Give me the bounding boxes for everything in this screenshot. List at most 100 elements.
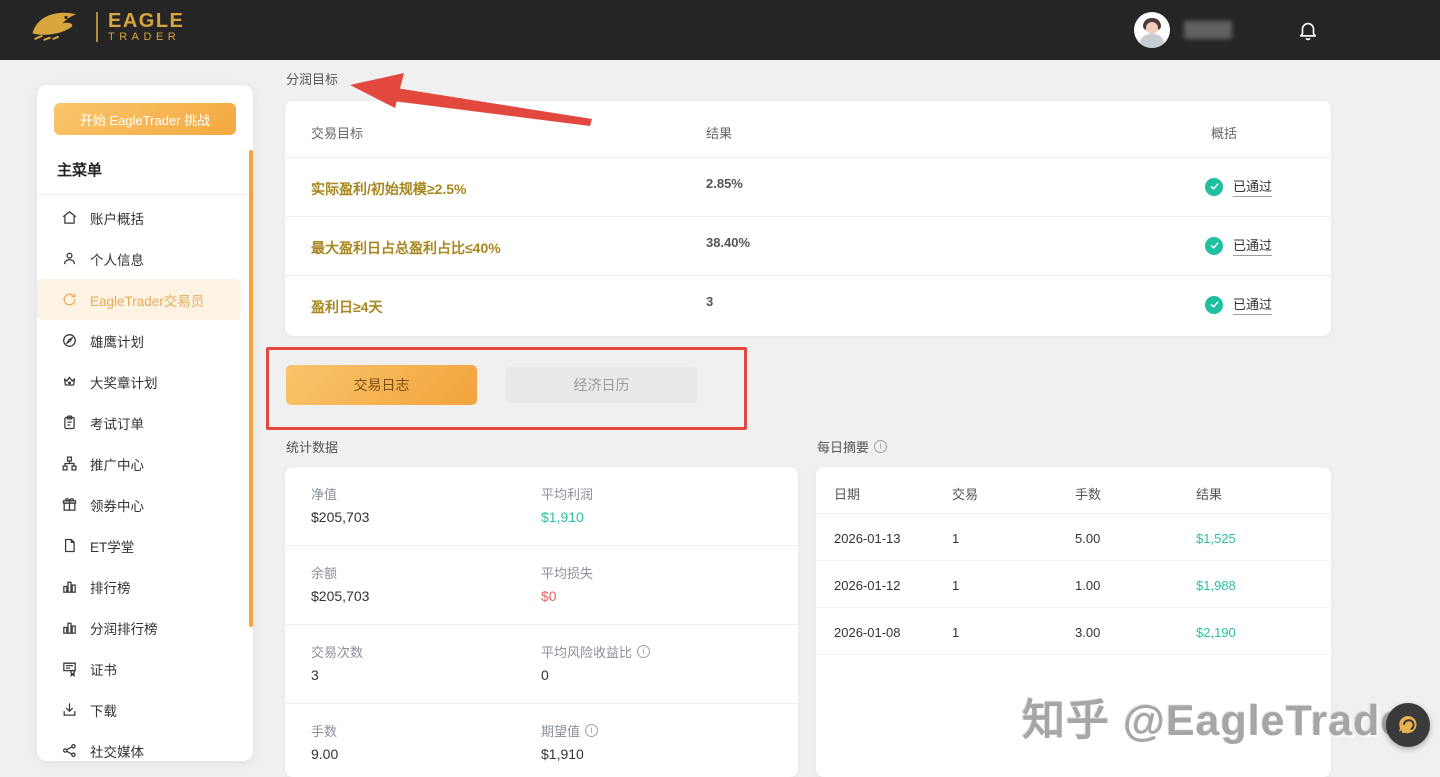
col-result: 结果 [706,123,732,142]
stat-label: 交易次数 [311,642,363,661]
info-icon[interactable]: i [585,724,598,737]
cell-date: 2026-01-12 [834,578,901,593]
user-name-redacted [1184,21,1232,39]
daily-summary-label: 每日摘要 [817,437,869,456]
stat-value: 0 [541,667,650,683]
start-challenge-button[interactable]: 开始 EagleTrader 挑战 [54,103,236,135]
table-row: 盈利日≥4天 3 已通过 [285,276,1331,335]
brand-name: EAGLE [108,11,184,32]
cell-result: $1,525 [1196,531,1236,546]
user-avatar[interactable] [1134,12,1170,48]
sidebar-item-label: 下载 [90,700,117,720]
sidebar-item-label: 推广中心 [90,454,144,474]
goal-result: 3 [706,294,713,309]
cell-trades: 1 [952,625,959,640]
stat-row: 手数 9.00 期望值i $1,910 [285,704,798,777]
table-row: 2026-01-13 1 5.00 $1,525 [816,514,1331,561]
sidebar-item-label: 分润排行榜 [90,618,158,638]
stat-label: 净值 [311,484,369,503]
cell-date: 2026-01-08 [834,625,901,640]
check-icon [1205,296,1223,314]
certificate-icon [61,660,78,677]
sidebar-item-personal-info[interactable]: 个人信息 [37,238,253,279]
sidebar-item-label: 考试订单 [90,413,144,433]
tab-trading-log[interactable]: 交易日志 [286,365,477,405]
sidebar-item-eagletrader-trader[interactable]: EagleTrader交易员 [37,279,241,320]
profit-goals-title: 分润目标 [286,69,338,88]
gift-icon [61,496,78,513]
cell-trades: 1 [952,578,959,593]
sidebar-item-et-school[interactable]: ET学堂 [37,525,253,566]
document-icon [61,537,78,554]
goals-table-header: 交易目标 结果 概括 [285,101,1331,158]
notification-bell-icon[interactable] [1296,18,1320,42]
sidebar-item-account-overview[interactable]: 账户概括 [37,197,253,238]
stat-value: $0 [541,588,593,604]
daily-table-header: 日期 交易 手数 结果 [816,467,1331,514]
sidebar-item-label: 个人信息 [90,249,144,269]
sidebar-item-certificate[interactable]: 证书 [37,648,253,689]
stat-value: $205,703 [311,588,369,604]
goal-name: 实际盈利/初始规模≥2.5% [311,179,466,199]
status-badge: 已通过 [1233,235,1272,256]
sidebar-scrollbar[interactable] [249,150,253,627]
tab-economic-calendar[interactable]: 经济日历 [506,367,697,403]
stat-row: 交易次数 3 平均风险收益比 i 0 [285,625,798,704]
sidebar-item-eagle-plan[interactable]: 雄鹰计划 [37,320,253,361]
sidebar-item-leaderboard[interactable]: 排行榜 [37,566,253,607]
cell-result: $2,190 [1196,625,1236,640]
cell-trades: 1 [952,531,959,546]
table-row: 最大盈利日占总盈利占比≤40% 38.40% 已通过 [285,217,1331,276]
brand-divider [96,12,98,42]
statistics-title: 统计数据 [286,437,338,456]
stat-value: $205,703 [311,509,369,525]
goal-result: 2.85% [706,176,743,191]
status-badge: 已通过 [1233,176,1272,197]
sidebar-item-label: 排行榜 [90,577,131,597]
sidebar: 开始 EagleTrader 挑战 主菜单 账户概括 个人信息 EagleTra… [37,85,253,761]
col-result: 结果 [1196,484,1222,503]
sidebar-item-coupon-center[interactable]: 领券中心 [37,484,253,525]
col-lots: 手数 [1075,484,1101,503]
goal-result: 38.40% [706,235,750,250]
sidebar-item-download[interactable]: 下载 [37,689,253,730]
sidebar-item-medal-plan[interactable]: 大奖章计划 [37,361,253,402]
statistics-card: 净值 $205,703 平均利润 $1,910 余额 $205,703 平均损失… [285,467,798,777]
stat-row: 净值 $205,703 平均利润 $1,910 [285,467,798,546]
info-icon[interactable]: i [874,440,887,453]
download-icon [61,701,78,718]
sidebar-item-exam-orders[interactable]: 考试订单 [37,402,253,443]
col-goal: 交易目标 [311,123,363,142]
cell-lots: 5.00 [1075,531,1100,546]
col-date: 日期 [834,484,860,503]
stat-value: $1,910 [541,509,593,525]
sidebar-item-label: 社交媒体 [90,741,144,761]
stat-value: 3 [311,667,363,683]
cell-result: $1,988 [1196,578,1236,593]
goal-name: 最大盈利日占总盈利占比≤40% [311,238,501,258]
sidebar-item-label: 证书 [90,659,117,679]
goal-name: 盈利日≥4天 [311,297,382,317]
sidebar-item-social-media[interactable]: 社交媒体 [37,730,253,771]
info-icon[interactable]: i [637,645,650,658]
cell-lots: 3.00 [1075,625,1100,640]
sidebar-item-label: 领券中心 [90,495,144,515]
sidebar-item-promotion-center[interactable]: 推广中心 [37,443,253,484]
customer-service-button[interactable] [1386,703,1430,747]
goal-status: 已通过 [1205,176,1272,197]
user-icon [61,250,78,267]
brand-subname: TRADER [108,32,184,44]
profit-goals-card: 交易目标 结果 概括 实际盈利/初始规模≥2.5% 2.85% 已通过 最大盈利… [285,101,1331,336]
bar-chart-icon [61,578,78,595]
brand-text: EAGLE TRADER [108,11,184,44]
sidebar-menu: 账户概括 个人信息 EagleTrader交易员 雄鹰计划 大奖章计划 考试订单… [37,195,253,771]
table-row: 2026-01-08 1 3.00 $2,190 [816,608,1331,655]
check-icon [1205,237,1223,255]
stat-label: 余额 [311,563,369,582]
sidebar-item-profit-leaderboard[interactable]: 分润排行榜 [37,607,253,648]
stat-label: 平均风险收益比 [541,642,632,661]
brand-logo: EAGLE TRADER [28,6,184,48]
goal-status: 已通过 [1205,235,1272,256]
stat-label: 平均利润 [541,484,593,503]
network-icon [61,455,78,472]
